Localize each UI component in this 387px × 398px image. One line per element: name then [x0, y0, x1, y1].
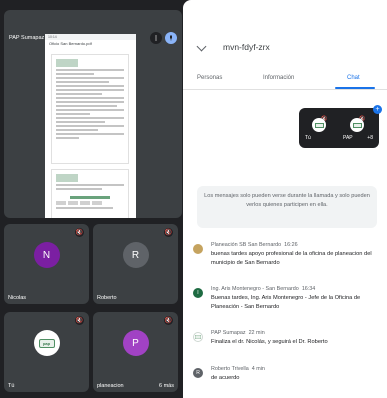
phone-time: 10:14	[48, 35, 57, 39]
mic-off-icon: 🔇	[75, 228, 84, 237]
more-vert-icon	[155, 35, 157, 41]
collapse-panel-button[interactable]	[196, 41, 207, 52]
side-panel: mvn-fdyf-zrx Personas Información Chat +…	[183, 0, 387, 398]
message-header: Ing. Aris Montenegro - San Bernardo 16:3…	[211, 286, 315, 292]
avatar	[193, 332, 203, 342]
message-sender: Roberto Trivella	[211, 366, 249, 372]
mic-off-icon: 🔇	[75, 316, 84, 325]
chat-message: Planeación SB San Bernardo 16:26 buenas …	[193, 242, 387, 274]
chat-message: I Ing. Aris Montenegro - San Bernardo 16…	[193, 286, 387, 318]
message-header: PAP Sumapaz 22 min	[211, 330, 265, 336]
meeting-code: mvn-fdyf-zrx	[223, 42, 270, 52]
pin-icon	[170, 35, 172, 41]
avatar: R	[193, 368, 203, 378]
avatar: P	[122, 330, 149, 356]
document-page-1	[51, 54, 129, 164]
message-text: de acuerdo	[211, 375, 240, 381]
participant-tile[interactable]: 🔇 N Nicolas	[4, 224, 89, 304]
avatar: R	[122, 242, 149, 268]
pip-self-label: Tú	[305, 135, 311, 141]
pip-self: 🔇 Tú	[303, 114, 337, 144]
message-time: 4 min	[251, 366, 265, 372]
panel-tabs: Personas Información Chat	[183, 68, 387, 90]
avatar	[193, 244, 203, 254]
letterhead-logo	[56, 59, 78, 67]
participant-tile[interactable]: 🔇 P planeacion 6 más	[93, 312, 178, 392]
message-text: Buenas tardes, Ing. Aris Montenegro - Je…	[211, 295, 361, 310]
footer-band	[70, 195, 110, 199]
pin-button[interactable]	[165, 32, 177, 44]
pip-other-label: PAP	[343, 135, 353, 141]
tab-chat[interactable]: Chat	[347, 75, 360, 81]
message-sender: Ing. Aris Montenegro - San Bernardo	[211, 286, 299, 292]
document-page-2	[51, 169, 129, 218]
letterhead-logo	[56, 174, 78, 182]
participant-name: planeacion	[97, 383, 124, 389]
more-participants-count[interactable]: 6 más	[159, 383, 174, 389]
more-options-button[interactable]	[150, 32, 162, 44]
avatar: pap	[33, 330, 60, 356]
message-header: Planeación SB San Bernardo 16:26	[211, 242, 298, 248]
chat-message: PAP Sumapaz 22 min Finaliza el dr. Nicol…	[193, 330, 387, 354]
message-sender: Planeación SB San Bernardo	[211, 242, 282, 248]
chat-message: R Roberto Trivella 4 min de acuerdo	[193, 366, 387, 390]
participant-name: Nicolas	[8, 295, 27, 301]
message-sender: PAP Sumapaz	[211, 330, 246, 336]
shared-document: 10:14 Oficio San Bernardo.pdf	[45, 34, 136, 218]
presenter-name: PAP Sumapaz	[9, 35, 45, 41]
participant-tile[interactable]: 🔇 pap Tú	[4, 312, 89, 392]
mic-off-icon: 🔇	[164, 228, 173, 237]
message-time: 22 min	[248, 330, 265, 336]
message-text: Finaliza el dr. Nicolás, y seguirá el Dr…	[211, 339, 328, 345]
floating-participants-strip[interactable]: + 🔇 Tú 🔇 PAP +8	[299, 105, 382, 148]
pip-more-count: +8	[367, 135, 373, 141]
chat-notice: Los mensajes solo pueden verse durante l…	[197, 186, 377, 228]
footer-logos	[56, 200, 124, 205]
document-title: Oficio San Bernardo.pdf	[49, 41, 92, 46]
avatar: I	[193, 288, 203, 298]
pip-other: 🔇 PAP +8	[341, 114, 375, 144]
message-time: 16:34	[301, 286, 316, 292]
message-header: Roberto Trivella 4 min	[211, 366, 265, 372]
tab-people[interactable]: Personas	[197, 75, 222, 81]
avatar	[312, 118, 326, 132]
avatar: N	[33, 242, 60, 268]
participant-name: Tú	[8, 383, 15, 389]
panel-header: mvn-fdyf-zrx Personas Información Chat	[183, 0, 387, 92]
meeting-grid: PAP Sumapaz 10:14 Oficio San Bernardo.pd…	[0, 0, 183, 398]
add-people-icon[interactable]: +	[373, 105, 382, 114]
presentation-controls	[150, 32, 177, 44]
mic-off-icon: 🔇	[164, 316, 173, 325]
tab-info[interactable]: Información	[263, 75, 294, 81]
avatar	[350, 118, 364, 132]
participant-name: Roberto	[97, 295, 117, 301]
active-tab-indicator	[335, 87, 375, 89]
message-time: 16:26	[284, 242, 298, 248]
organization-logo-icon	[195, 335, 201, 339]
message-text: buenas tardes apoyo profesional de la of…	[211, 251, 372, 266]
presentation-tile[interactable]: PAP Sumapaz 10:14 Oficio San Bernardo.pd…	[4, 10, 182, 218]
participant-tile[interactable]: 🔇 R Roberto	[93, 224, 178, 304]
organization-logo: pap	[38, 338, 55, 348]
